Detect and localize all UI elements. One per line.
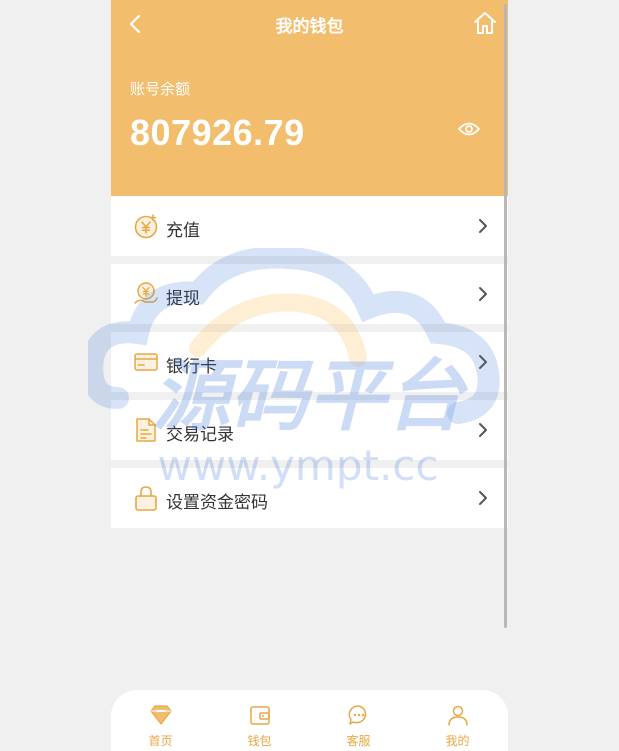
tab-label: 首页 [148,734,173,748]
tab-wallet[interactable]: 钱包 [210,690,309,751]
chevron-right-icon [479,355,487,369]
chevron-right-icon [479,287,487,301]
menu-item-fund-password[interactable]: 设置资金密码 [111,468,508,528]
menu-item-label: 设置资金密码 [166,493,268,512]
menu-item-label: 提现 [166,289,200,308]
menu-item-bank-card[interactable]: 银行卡 [111,332,508,392]
tab-home[interactable]: 首页 [111,690,210,751]
balance-amount: 807926.79 [130,112,305,153]
document-icon [136,418,156,442]
user-icon [448,705,468,726]
bottom-tab-bar: 首页 钱包 客服 我的 [111,690,508,751]
home-icon[interactable] [472,10,498,36]
scrollbar[interactable] [504,4,507,628]
page-title: 我的钱包 [275,17,344,36]
balance-label: 账号余额 [130,81,191,98]
chevron-right-icon [479,423,487,437]
menu-item-label: 银行卡 [166,357,217,376]
wallet-icon [250,706,270,725]
menu-item-withdraw[interactable]: 提现 [111,264,508,324]
tab-mine[interactable]: 我的 [408,690,507,751]
bank-card-icon [134,353,158,371]
wallet-screen: 我的钱包 账号余额 807926.79 充值 提现 银行卡 交易记录 设置资金密… [111,0,508,751]
menu-item-label: 交易记录 [166,425,234,444]
wallet-header: 我的钱包 账号余额 807926.79 [111,0,508,196]
chevron-right-icon [479,219,487,233]
tab-service[interactable]: 客服 [309,690,408,751]
hand-coin-icon [134,282,158,304]
tab-label: 客服 [346,734,371,748]
chat-icon [348,705,367,725]
menu-item-transactions[interactable]: 交易记录 [111,400,508,460]
yuan-coin-icon [134,214,158,239]
menu-item-recharge[interactable]: 充值 [111,196,508,256]
diamond-icon [150,705,172,725]
tab-label: 我的 [445,734,470,748]
tab-label: 钱包 [247,734,272,748]
lock-icon [135,486,157,511]
chevron-right-icon [479,491,487,505]
eye-icon[interactable] [458,120,480,138]
menu-item-label: 充值 [166,221,200,240]
